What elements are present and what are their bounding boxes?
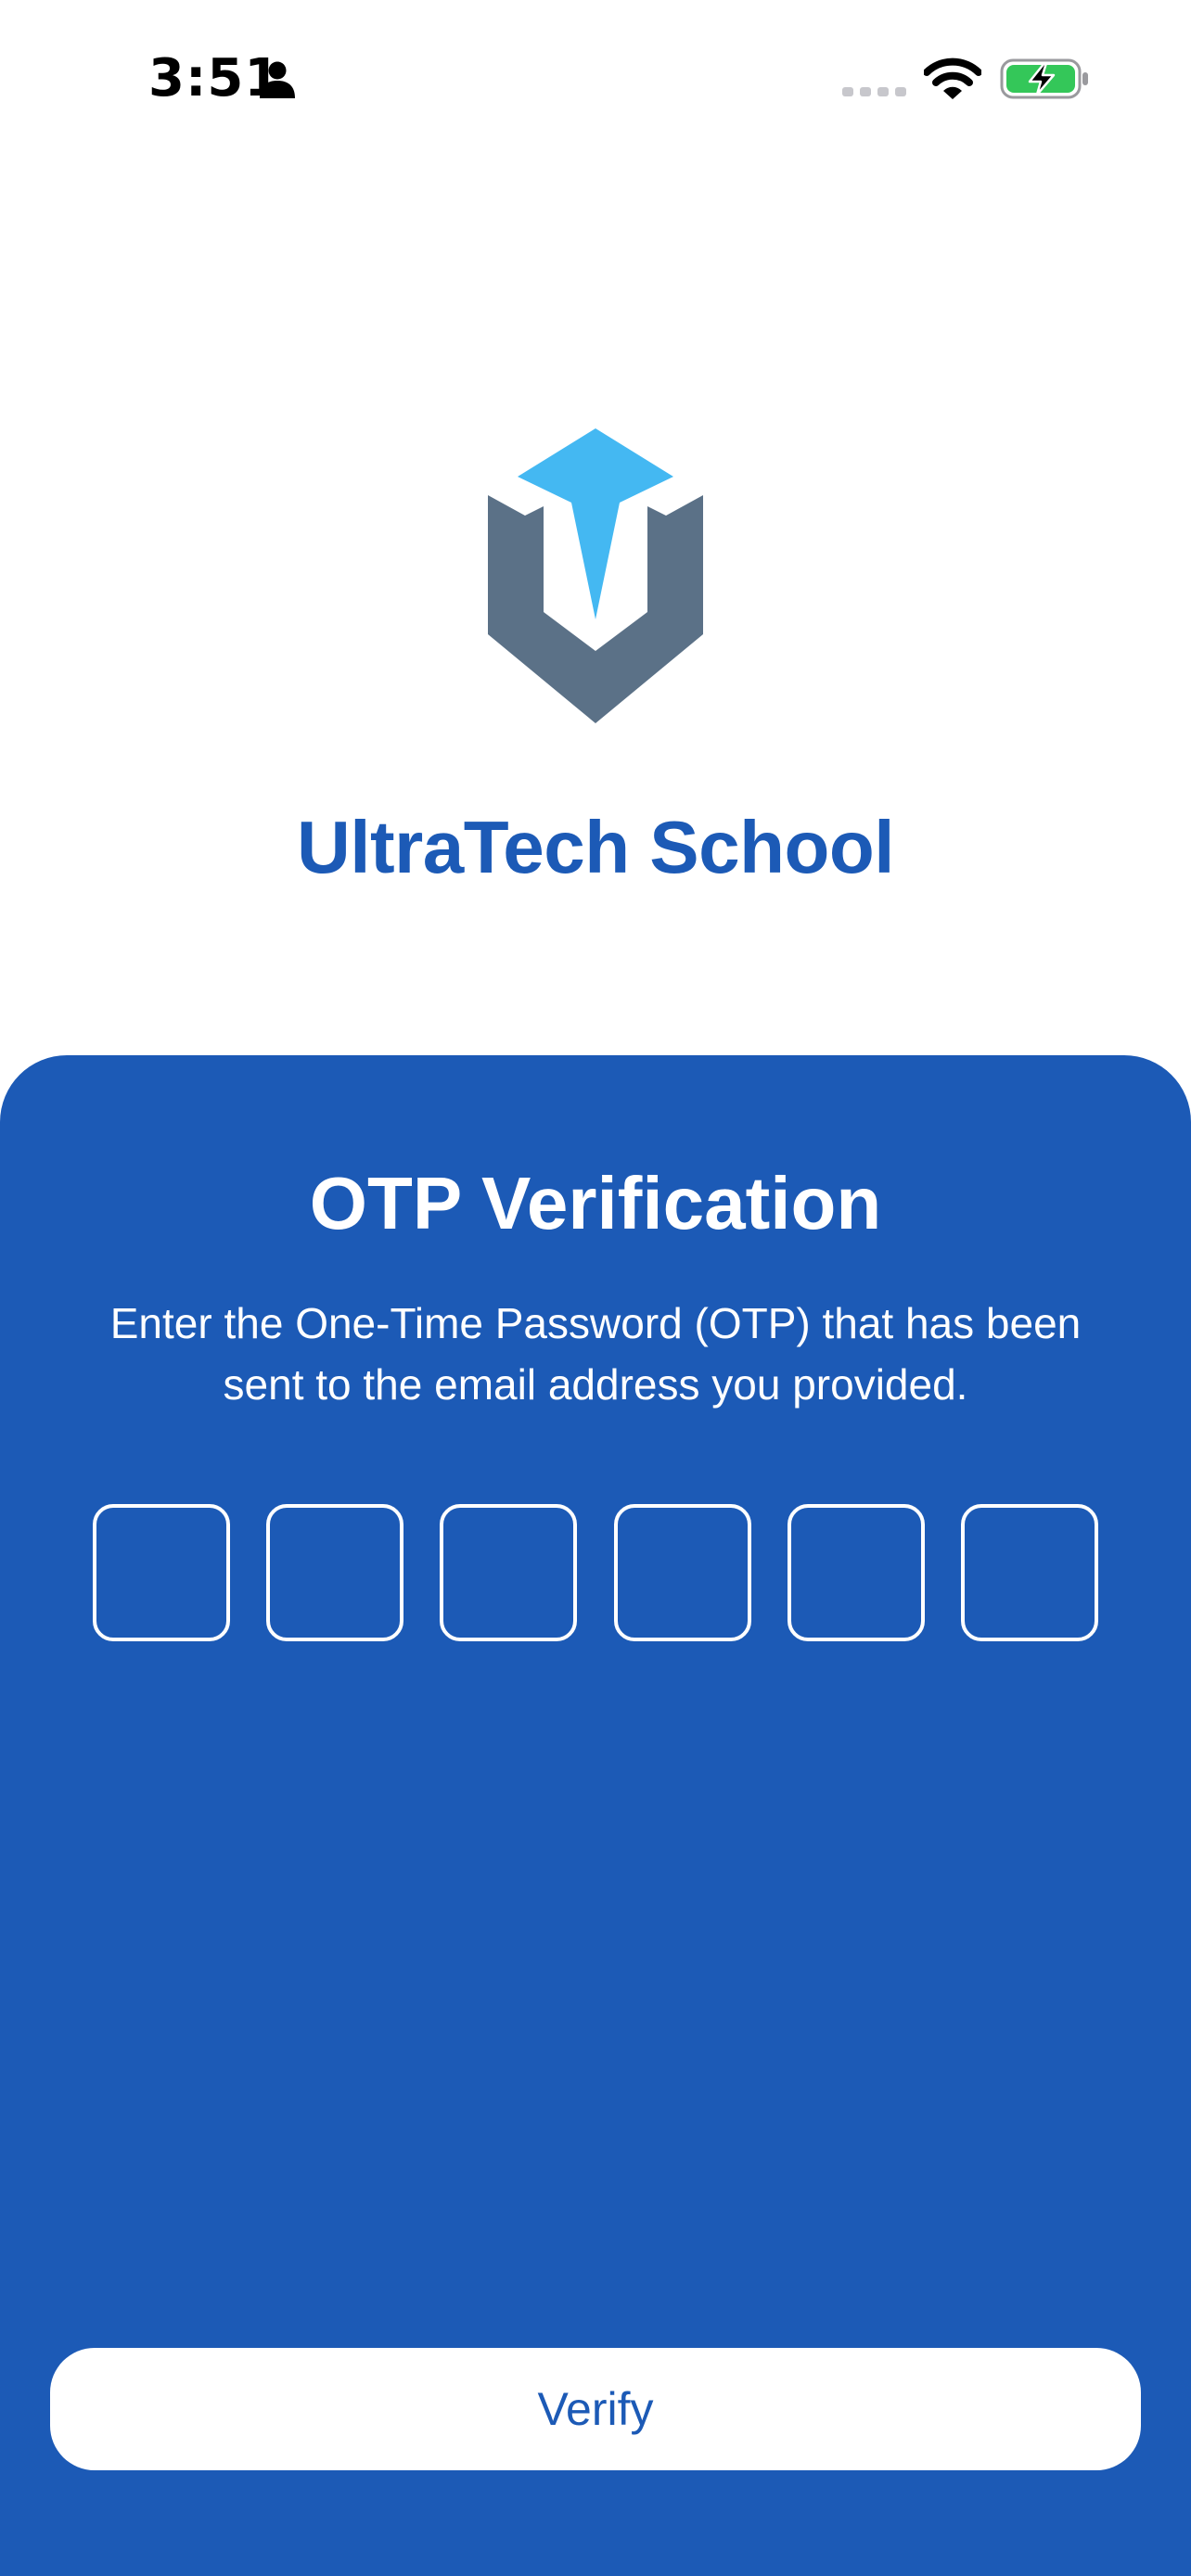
otp-digit-5[interactable] xyxy=(787,1504,925,1641)
otp-title: OTP Verification xyxy=(309,1162,882,1244)
otp-description: Enter the One-Time Password (OTP) that h… xyxy=(109,1299,1082,1409)
otp-input-row xyxy=(93,1504,1098,1649)
otp-digit-6[interactable] xyxy=(960,1504,1098,1641)
otp-digit-4[interactable] xyxy=(613,1504,751,1641)
battery-charging-icon xyxy=(1000,58,1088,99)
wifi-icon xyxy=(924,57,981,99)
cellular-signal-icon xyxy=(842,87,906,96)
otp-digit-2[interactable] xyxy=(266,1504,404,1641)
verify-button[interactable]: Verify xyxy=(50,2348,1141,2470)
app-name: UltraTech School xyxy=(297,806,894,888)
otp-digit-1[interactable] xyxy=(93,1504,230,1641)
person-icon xyxy=(260,61,295,98)
otp-digit-3[interactable] xyxy=(440,1504,578,1641)
status-bar: 3:51 xyxy=(0,0,1191,158)
shield-v-logo xyxy=(488,428,703,723)
otp-verification-screen: 3:51 UltraTech School OTP Verification E… xyxy=(0,0,1191,2576)
